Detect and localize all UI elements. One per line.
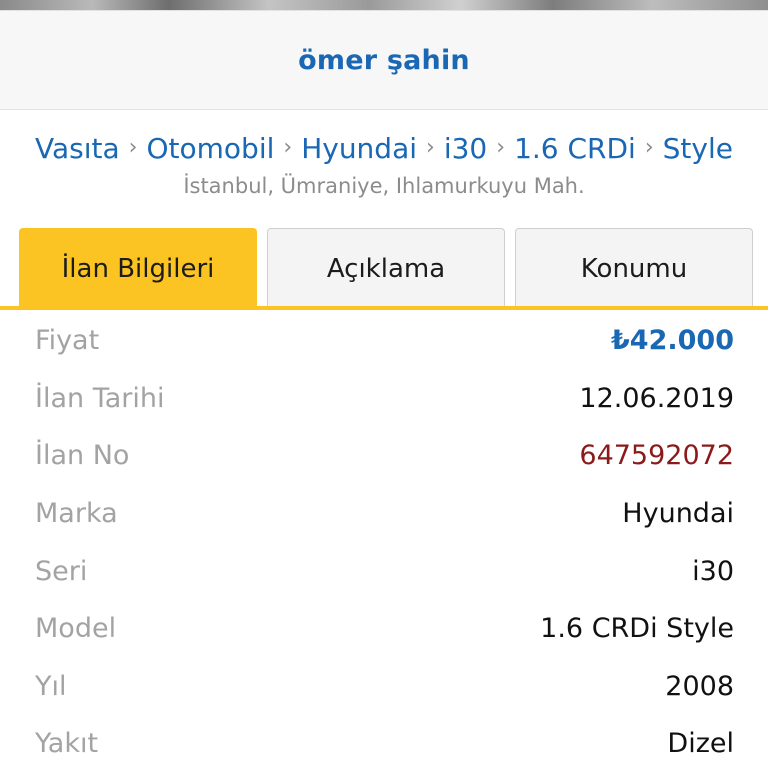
seller-bar[interactable]: ömer şahin [0,10,768,110]
breadcrumb-separator: › [644,134,654,160]
tab-aciklama[interactable]: Açıklama [267,228,505,308]
breadcrumb-item-otomobil[interactable]: Otomobil [146,132,274,165]
detail-label: İlan Tarihi [35,382,165,414]
detail-row-year: Yıl 2008 [0,658,768,716]
detail-value: Hyundai [622,498,734,530]
listing-photo-edge[interactable] [0,0,768,10]
listing-location: İstanbul, Ümraniye, Ihlamurkuyu Mah. [183,174,585,198]
detail-row-ad-number: İlan No 647592072 [0,427,768,485]
breadcrumb-item-brand[interactable]: Hyundai [301,132,417,165]
detail-label: Fiyat [35,325,100,357]
ad-number-value: 647592072 [579,440,734,472]
detail-value: Dizel [667,728,734,760]
tab-ilan-bilgileri[interactable]: İlan Bilgileri [19,228,257,308]
detail-row-price: Fiyat ₺42.000 [0,312,768,370]
breadcrumb-separator: › [426,134,435,160]
breadcrumb-separator: › [496,134,506,160]
breadcrumb-item-series[interactable]: i30 [444,132,487,165]
breadcrumb: Vasıta › Otomobil › Hyundai › i30 › 1.6 … [0,128,768,168]
breadcrumb-item-vasita[interactable]: Vasıta [35,132,120,165]
detail-label: Yıl [35,670,67,702]
listing-tabs: İlan Bilgileri Açıklama Konumu [0,228,768,312]
detail-row-date: İlan Tarihi 12.06.2019 [0,370,768,428]
price-value: ₺42.000 [611,325,734,357]
detail-row-fuel: Yakıt Dizel [0,715,768,773]
detail-value: 2008 [665,670,734,702]
breadcrumb-separator: › [283,134,293,160]
listing-details: Fiyat ₺42.000 İlan Tarihi 12.06.2019 İla… [0,312,768,773]
detail-label: İlan No [35,440,130,472]
breadcrumb-separator: › [128,134,138,160]
seller-name[interactable]: ömer şahin [298,45,470,76]
breadcrumb-item-trim[interactable]: Style [663,132,733,165]
detail-label: Marka [35,498,118,530]
detail-label: Yakıt [35,728,99,760]
detail-label: Model [35,613,117,645]
tab-konumu[interactable]: Konumu [515,228,753,308]
detail-value: i30 [692,555,734,587]
detail-value: 1.6 CRDi Style [540,613,734,645]
detail-value: 12.06.2019 [579,382,734,414]
detail-row-model: Model 1.6 CRDi Style [0,600,768,658]
detail-row-brand: Marka Hyundai [0,485,768,543]
detail-label: Seri [35,555,88,587]
tab-underline [0,306,768,310]
breadcrumb-item-engine[interactable]: 1.6 CRDi [514,132,636,165]
detail-row-series: Seri i30 [0,542,768,600]
